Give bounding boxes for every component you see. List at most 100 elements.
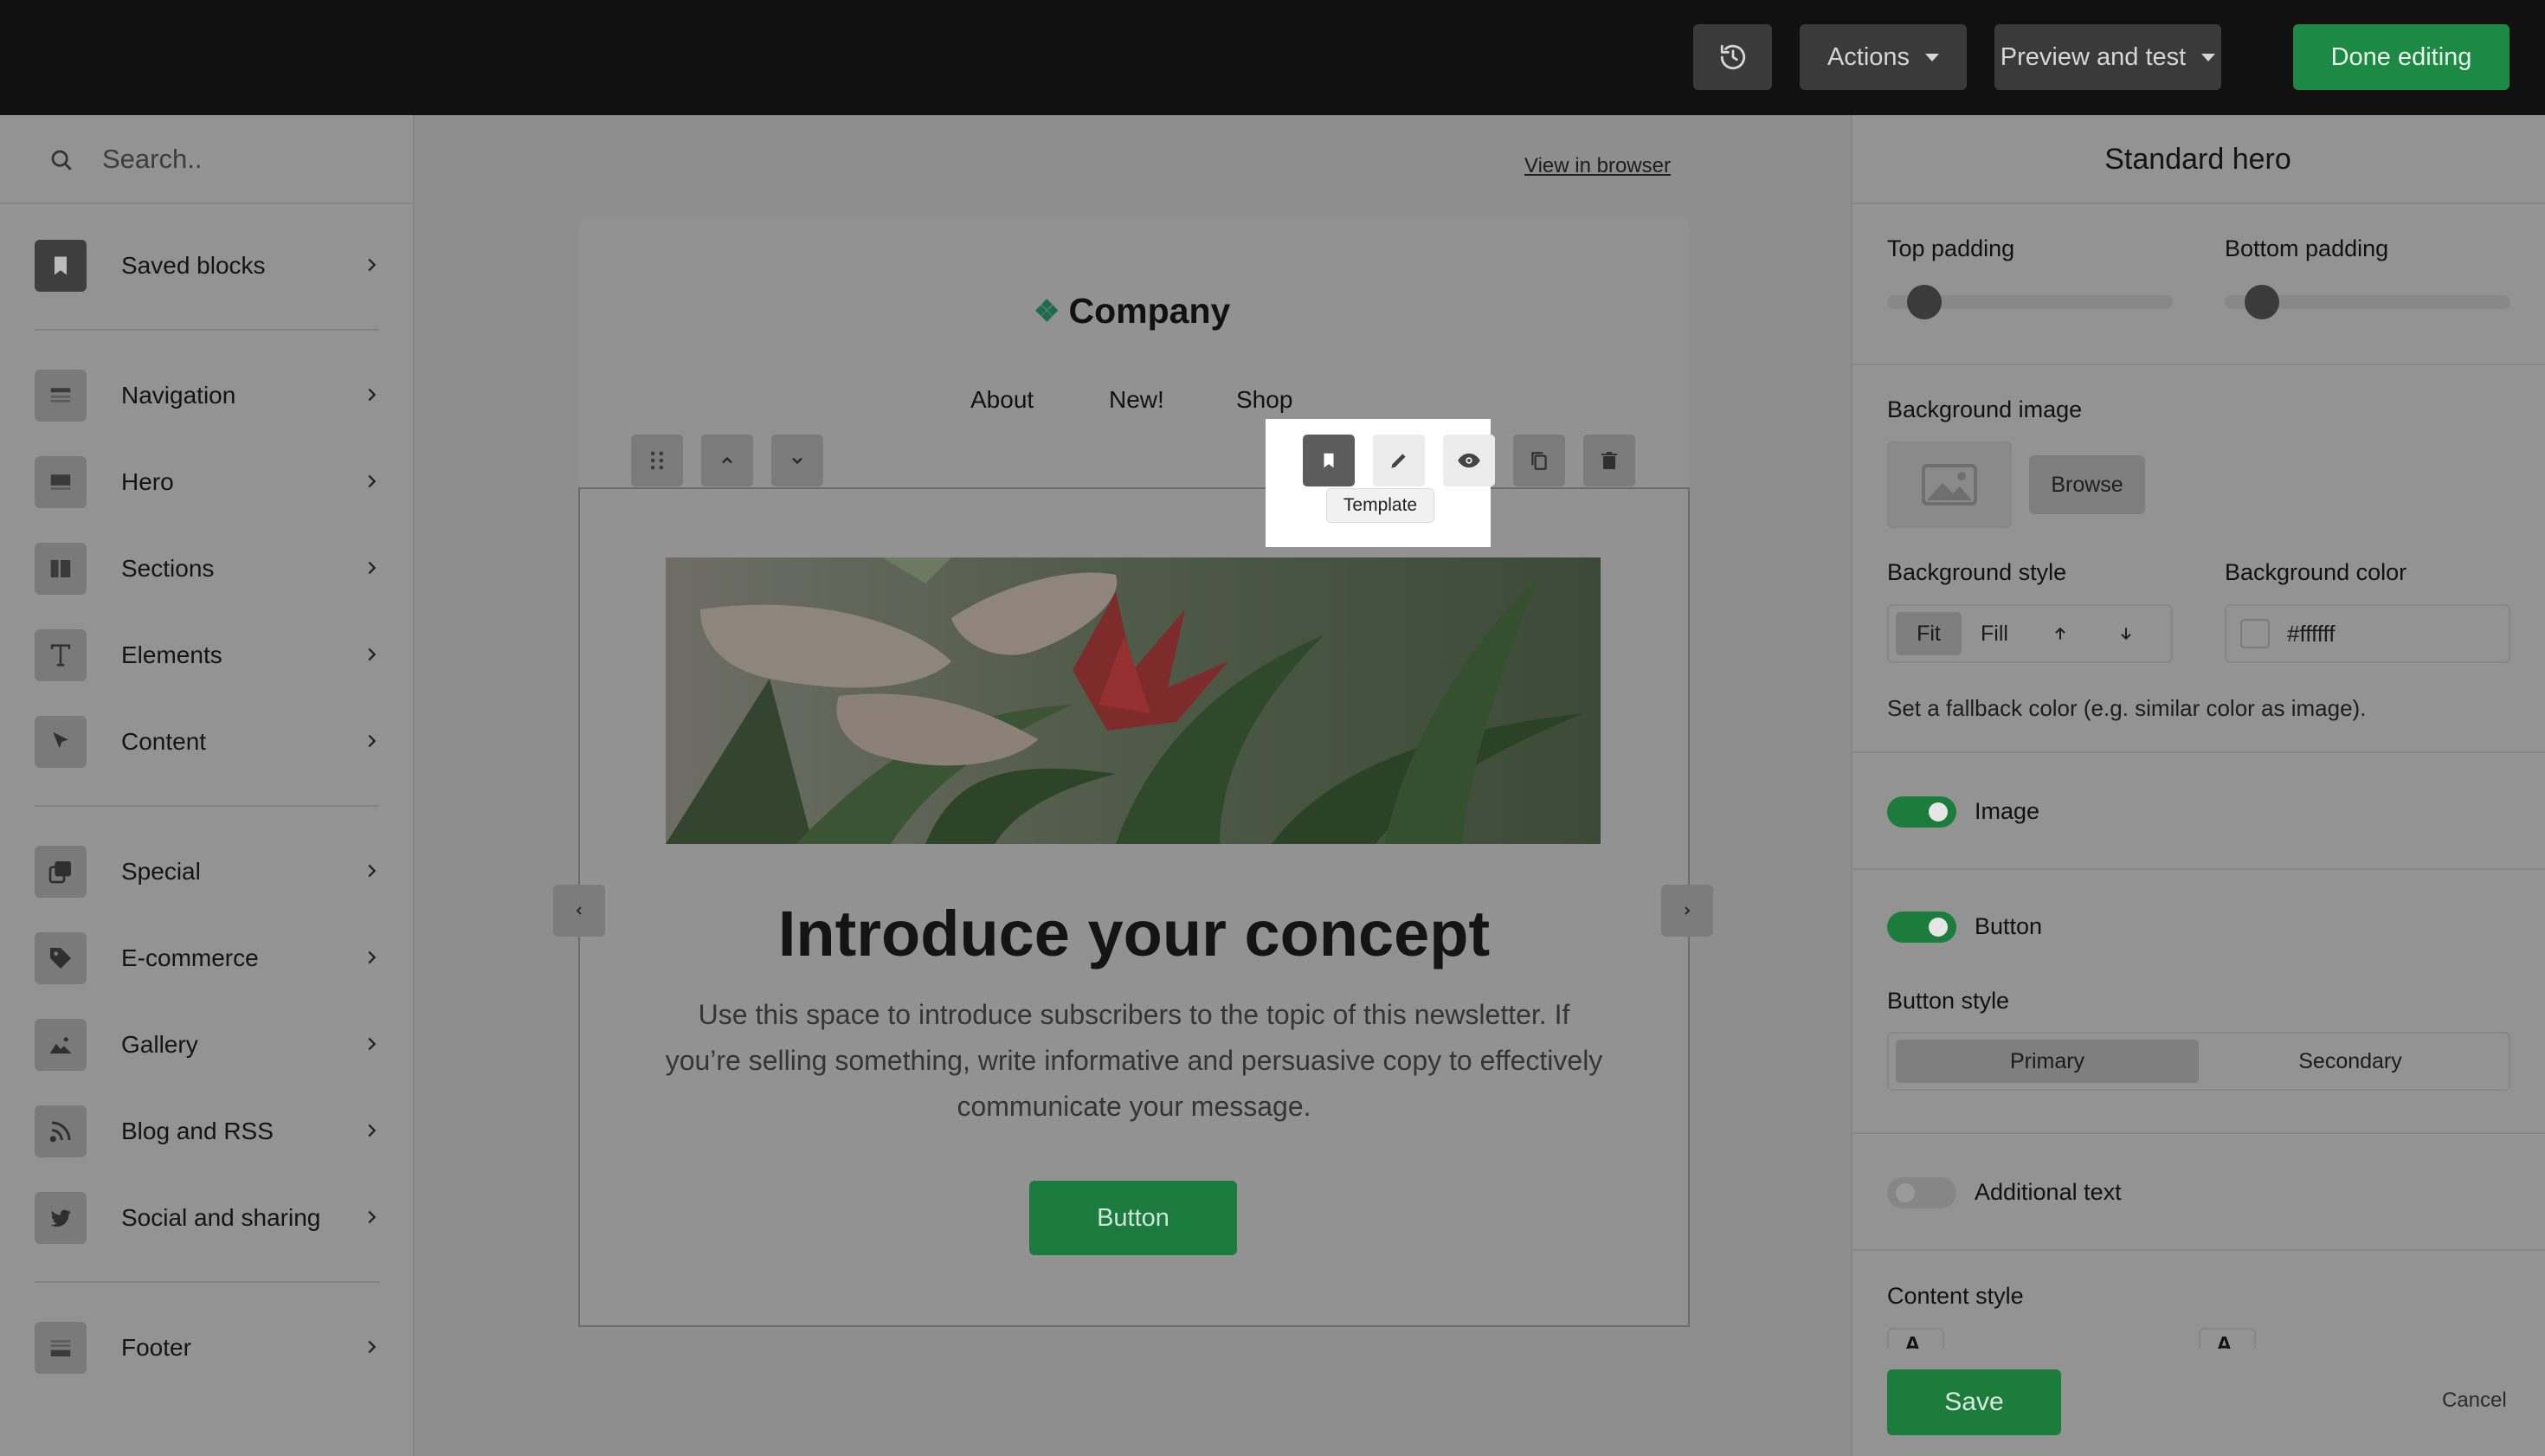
hero-image[interactable] [666,557,1601,844]
sidebar-item-special[interactable]: Special [35,846,381,898]
bookmark-icon [1324,453,1334,468]
sidebar-item-label: E-commerce [121,944,259,971]
top-padding-label: Top padding [1887,235,2015,261]
edit-button[interactable] [1373,435,1425,486]
sidebar-item-e-commerce[interactable]: E-commerce [35,932,381,984]
image-toggle-label: Image [1975,798,2040,824]
view-in-browser-link[interactable]: View in browser [1524,154,1671,178]
sidebar-item-gallery[interactable]: Gallery [35,1019,381,1071]
chevron-right-icon [368,561,377,575]
sidebar-item-label: Elements [121,641,222,668]
button-style-secondary[interactable]: Secondary [2199,1040,2502,1083]
cancel-button[interactable]: Cancel [2442,1388,2507,1413]
fallback-hint: Set a fallback color (e.g. similar color… [1887,695,2367,721]
pencil-icon [1391,454,1406,468]
sidebar-item-label: Special [121,858,201,885]
save-as-template-button[interactable] [1303,435,1355,486]
text-icon [35,629,87,681]
preview-and-test-button[interactable]: Preview and test [1994,24,2221,90]
divider [1852,1132,2545,1134]
delete-button[interactable] [1583,435,1635,486]
background-style-label: Background style [1887,559,2067,585]
hero-cta-button[interactable]: Button [1029,1181,1237,1255]
footer-icon [35,1322,87,1374]
align-bottom-option[interactable] [2093,612,2159,655]
sidebar-item-label: Navigation [121,382,236,409]
background-image-thumbnail[interactable] [1887,441,2012,528]
sidebar-item-sections[interactable]: Sections [35,543,381,595]
preview-button[interactable] [1443,435,1495,486]
browse-button[interactable]: Browse [2029,455,2145,514]
trash-icon [1601,452,1617,469]
move-down-button[interactable] [771,435,823,486]
sidebar-item-label: Gallery [121,1031,198,1058]
nav-link-shop[interactable]: Shop [1236,386,1292,414]
rss-icon [35,1105,87,1157]
content-style-light-option[interactable]: A [2199,1328,2256,1349]
caret-down-icon [2201,53,2216,61]
search-row [0,115,413,204]
sections-icon [35,543,87,595]
background-image-label: Background image [1887,396,2083,422]
actions-button[interactable]: Actions [1800,24,1967,90]
nav-link-new[interactable]: New! [1109,386,1164,414]
button-toggle[interactable] [1887,912,1956,943]
style-fit-option[interactable]: Fit [1896,612,1962,655]
duplicate-button[interactable] [1513,435,1565,486]
color-swatch[interactable] [2240,619,2270,648]
image-icon [35,1019,87,1071]
company-logo[interactable]: ❖ Company [1034,291,1230,332]
hero-body-text[interactable]: Use this space to introduce subscribers … [658,992,1610,1130]
chevron-right-icon [368,1340,377,1354]
sidebar-item-footer[interactable]: Footer [35,1322,381,1374]
sidebar-item-label: Hero [121,468,174,495]
toggle-knob [1896,1183,1915,1202]
preview-label: Preview and test [2000,42,2187,71]
sidebar-item-saved-blocks[interactable]: Saved blocks [35,240,381,292]
divider [1852,1249,2545,1251]
sidebar-item-navigation[interactable]: Navigation [35,370,381,422]
color-value: #ffffff [2287,620,2336,647]
align-top-option[interactable] [2027,612,2093,655]
done-editing-button[interactable]: Done editing [2293,24,2510,90]
nav-link-about[interactable]: About [970,386,1034,414]
content-style-dark-option[interactable]: A [1887,1328,1944,1349]
company-name: Company [1068,291,1231,331]
history-button[interactable] [1693,24,1772,90]
sidebar-item-hero[interactable]: Hero [35,456,381,508]
background-color-input[interactable]: #ffffff [2225,604,2510,663]
sidebar-item-elements[interactable]: Elements [35,629,381,681]
toggle-knob [1929,918,1948,937]
drag-handle[interactable] [631,435,683,486]
image-toggle[interactable] [1887,796,1956,828]
sidebar-item-label: Sections [121,555,215,582]
search-input[interactable] [102,138,388,181]
chevron-right-icon [368,388,377,402]
hero-icon [35,456,87,508]
special-icon [35,846,87,898]
bookmark-icon [35,240,87,292]
actions-label: Actions [1827,42,1910,71]
additional-text-toggle[interactable] [1887,1177,1956,1208]
background-color-label: Background color [2225,559,2407,585]
top-padding-slider-handle[interactable] [1907,285,1942,319]
sidebar-item-blog-and-rss[interactable]: Blog and RSS [35,1105,381,1157]
button-style-primary[interactable]: Primary [1896,1040,2199,1083]
chevron-down-icon [792,457,802,465]
navigation-icon [35,370,87,422]
toggle-knob [1929,802,1948,821]
style-fill-option[interactable]: Fill [1962,612,2027,655]
divider [35,805,379,807]
chevron-right-icon [368,647,377,661]
hero-title[interactable]: Introduce your concept [579,897,1689,970]
chevron-right-icon [368,258,377,272]
divider [1852,364,2545,365]
history-icon [1720,44,1745,70]
button-style-label: Button style [1887,988,2010,1014]
save-button[interactable]: Save [1887,1369,2061,1435]
sidebar-item-content[interactable]: Content [35,716,381,768]
sidebar-item-social-and-sharing[interactable]: Social and sharing [35,1192,381,1244]
move-up-button[interactable] [701,435,753,486]
bottom-padding-slider-handle[interactable] [2245,285,2279,319]
chevron-right-icon [368,474,377,488]
